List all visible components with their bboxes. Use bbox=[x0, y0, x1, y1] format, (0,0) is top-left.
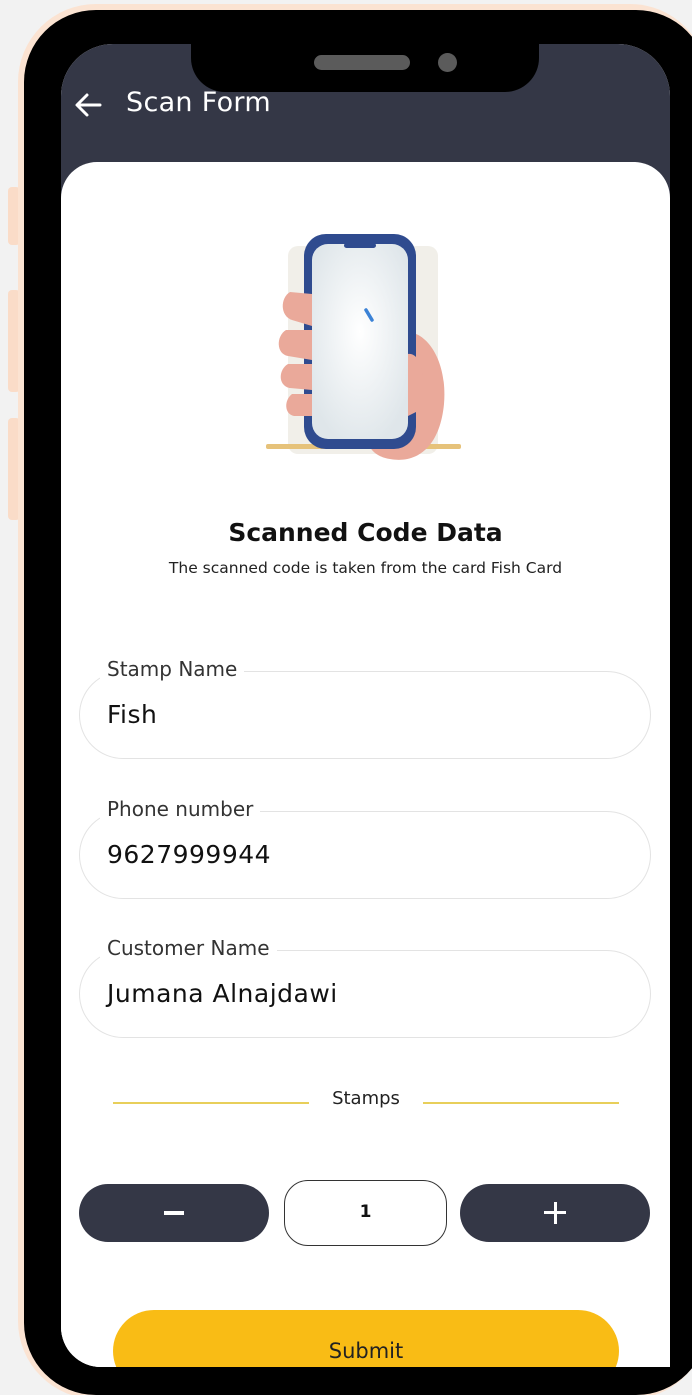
stamp-name-field[interactable]: Stamp Name Fish bbox=[79, 657, 651, 759]
stamps-divider-left bbox=[113, 1102, 309, 1104]
scanned-data-title: Scanned Code Data bbox=[228, 518, 503, 547]
minus-icon bbox=[164, 1211, 184, 1215]
scanned-data-subtitle: The scanned code is taken from the card … bbox=[168, 559, 563, 577]
phone-camera bbox=[438, 53, 457, 72]
stamps-divider-label: Stamps bbox=[332, 1088, 400, 1109]
stamps-quantity[interactable]: 1 bbox=[284, 1180, 447, 1246]
stamp-name-value: Fish bbox=[107, 700, 158, 729]
phone-number-value: 9627999944 bbox=[107, 840, 272, 869]
submit-button[interactable]: Submit bbox=[113, 1310, 619, 1367]
customer-name-value: Jumana Alnajdawi bbox=[107, 979, 338, 1008]
phone-notch bbox=[191, 10, 539, 92]
increment-stamps-button[interactable] bbox=[460, 1184, 650, 1242]
stamps-divider-right bbox=[423, 1102, 619, 1104]
app-screen: Scan Form Scanned Code Data The scanned … bbox=[61, 44, 670, 1367]
phone-in-hand-scanning-illustration bbox=[266, 234, 461, 460]
decrement-stamps-button[interactable] bbox=[79, 1184, 269, 1242]
back-arrow-icon[interactable] bbox=[71, 88, 105, 122]
customer-name-field[interactable]: Customer Name Jumana Alnajdawi bbox=[79, 936, 651, 1038]
phone-number-field[interactable]: Phone number 9627999944 bbox=[79, 797, 651, 899]
phone-number-label: Phone number bbox=[100, 797, 261, 821]
customer-name-label: Customer Name bbox=[100, 936, 277, 960]
form-content: Scanned Code Data The scanned code is ta… bbox=[61, 162, 670, 1367]
stamp-name-label: Stamp Name bbox=[100, 657, 245, 681]
phone-speaker bbox=[314, 55, 410, 70]
plus-icon-vertical bbox=[553, 1202, 557, 1224]
